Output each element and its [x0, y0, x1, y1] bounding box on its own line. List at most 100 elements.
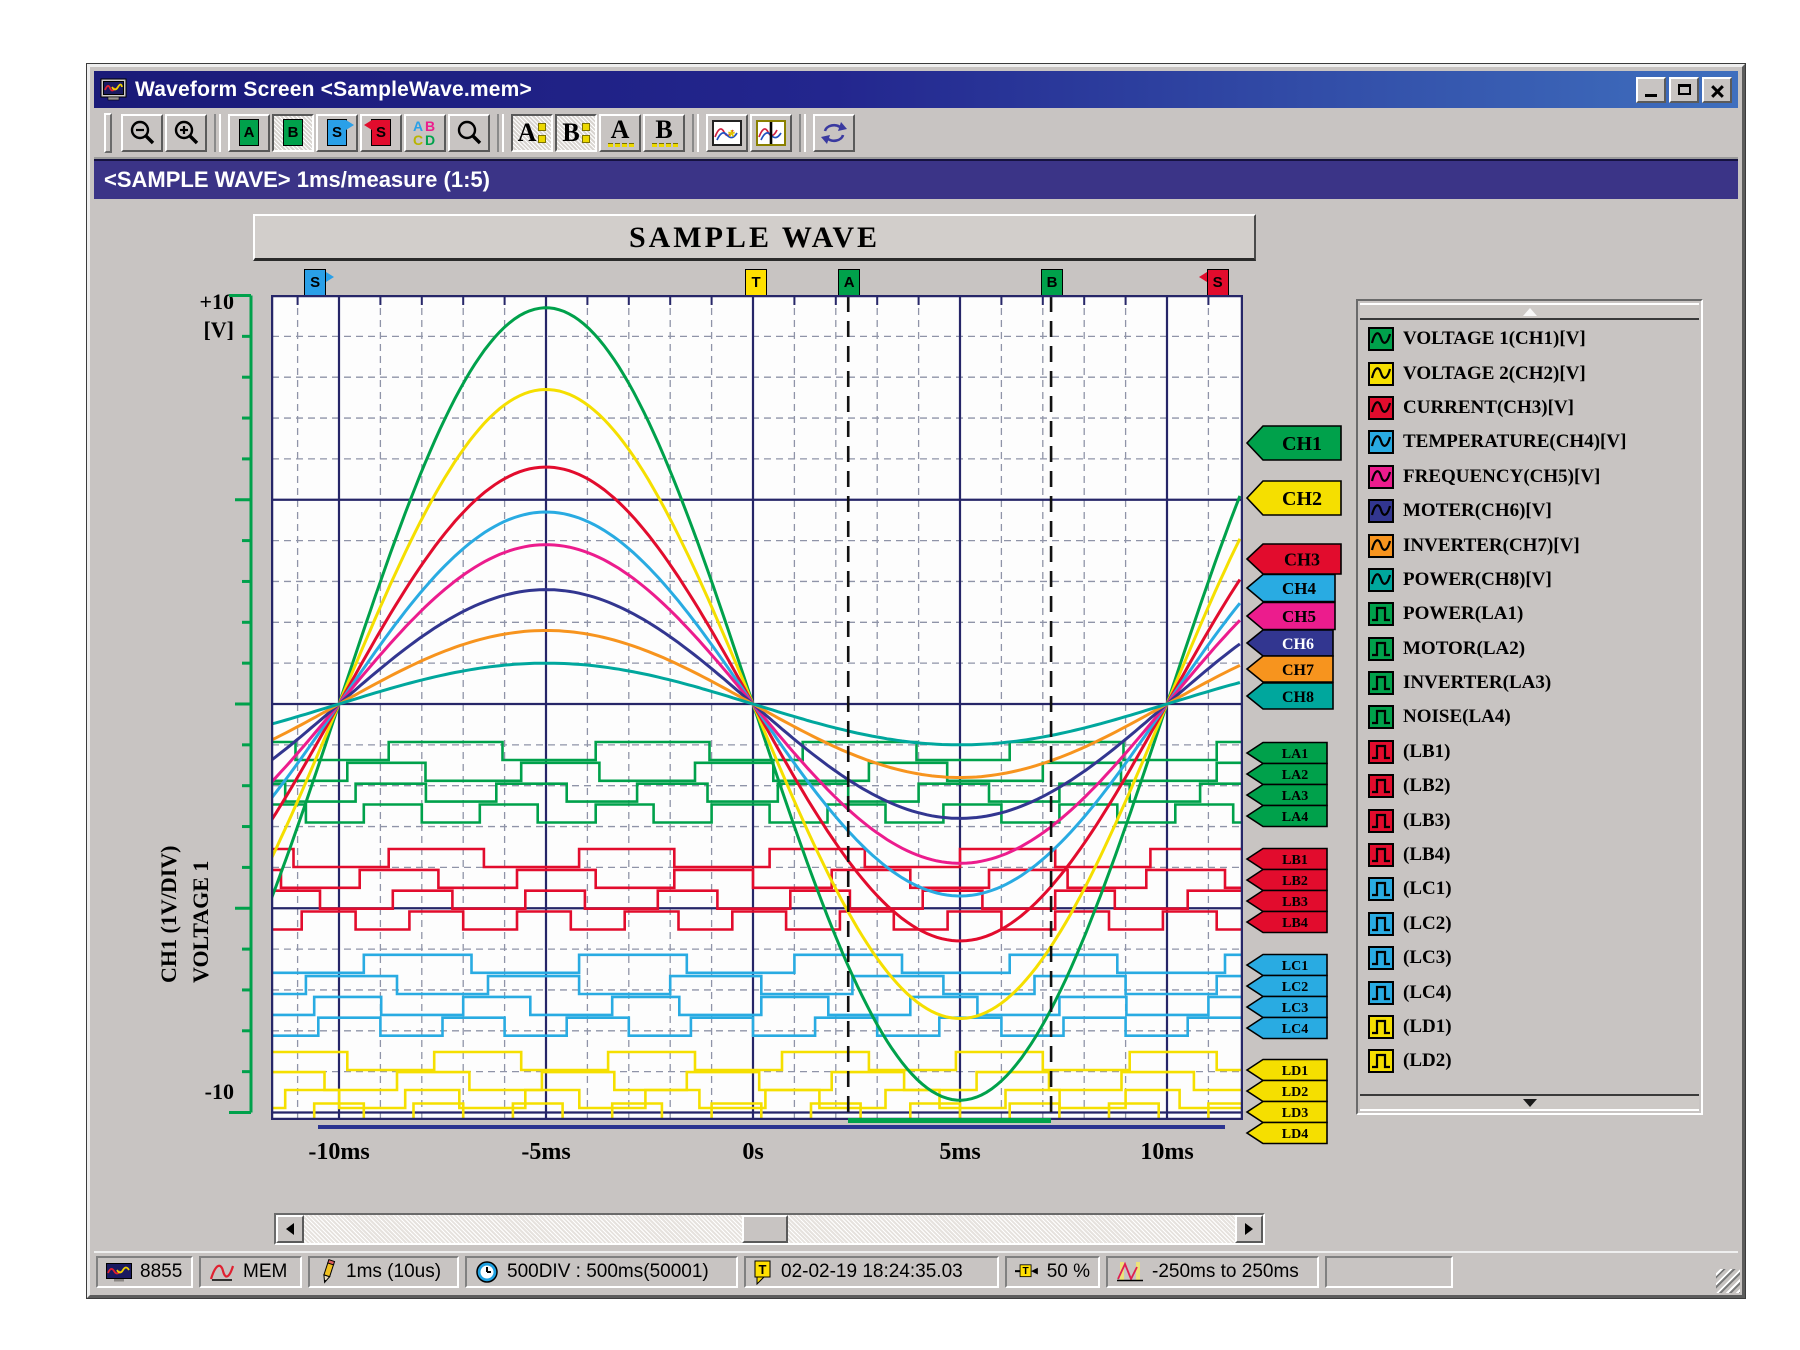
toolbar-grip[interactable]	[104, 113, 112, 153]
channel-tag-lb1[interactable]: LB1	[1247, 849, 1327, 870]
svg-text:LD4: LD4	[1282, 1127, 1308, 1142]
channel-tag-lc4[interactable]: LC4	[1247, 1018, 1327, 1039]
horizontal-scrollbar[interactable]	[274, 1213, 1265, 1245]
cursor-b-trace-button[interactable]: B	[643, 114, 685, 152]
legend-item-5[interactable]: FREQUENCY(CH5)[V]	[1368, 460, 1697, 494]
channel-tag-lb4[interactable]: LB4	[1247, 912, 1327, 933]
legend-item-12[interactable]: NOISE(LA4)	[1368, 700, 1697, 734]
marker-b-flag[interactable]: B	[1041, 269, 1063, 296]
channel-tag-ld1[interactable]: LD1	[1247, 1060, 1327, 1081]
legend-item-6[interactable]: MOTER(CH6)[V]	[1368, 494, 1697, 528]
legend-item-16[interactable]: (LB4)	[1368, 838, 1697, 872]
ch1-scale-bracket	[215, 281, 255, 1131]
legend-item-14[interactable]: (LB2)	[1368, 769, 1697, 803]
scrollbar-thumb[interactable]	[742, 1215, 788, 1243]
channel-tag-ch6[interactable]: CH6	[1247, 630, 1333, 656]
legend-item-22[interactable]: (LD2)	[1368, 1044, 1697, 1078]
search-button[interactable]	[448, 114, 490, 152]
channel-tag-ld3[interactable]: LD3	[1247, 1102, 1327, 1123]
zoom-in-button[interactable]	[165, 114, 207, 152]
marker-t-flag[interactable]: T	[745, 269, 767, 296]
channel-tag-ch2[interactable]: CH2	[1247, 481, 1341, 515]
waveform-plot[interactable]	[271, 295, 1243, 1120]
channel-tag-ld4[interactable]: LD4	[1247, 1123, 1327, 1144]
legend-item-9[interactable]: POWER(LA1)	[1368, 597, 1697, 631]
resize-grip[interactable]	[1716, 1269, 1740, 1293]
channel-tag-lc2[interactable]: LC2	[1247, 976, 1327, 997]
legend-item-2[interactable]: VOLTAGE 2(CH2)[V]	[1368, 356, 1697, 390]
maximize-button[interactable]	[1669, 77, 1699, 103]
channel-tag-lb2[interactable]: LB2	[1247, 870, 1327, 891]
legend-item-13[interactable]: (LB1)	[1368, 735, 1697, 769]
legend-item-7[interactable]: INVERTER(CH7)[V]	[1368, 528, 1697, 562]
legend-item-15[interactable]: (LB3)	[1368, 803, 1697, 837]
zoom-out-button[interactable]	[121, 114, 163, 152]
jump-end-trigger-button[interactable]: S	[360, 114, 402, 152]
channel-tag-la4[interactable]: LA4	[1247, 806, 1327, 827]
channel-tag-lc1[interactable]: LC1	[1247, 955, 1327, 976]
legend-scroll-down[interactable]	[1360, 1094, 1699, 1111]
legend-scroll-up[interactable]	[1360, 303, 1699, 320]
cursor-a-button[interactable]: A	[511, 114, 553, 152]
legend-item-label: FREQUENCY(CH5)[V]	[1403, 466, 1600, 488]
wave-cursor-icon	[756, 120, 786, 146]
legend-item-11[interactable]: INVERTER(LA3)	[1368, 666, 1697, 700]
legend-item-21[interactable]: (LD1)	[1368, 1010, 1697, 1044]
square-wave-icon	[1368, 877, 1394, 901]
legend-item-1[interactable]: VOLTAGE 1(CH1)[V]	[1368, 322, 1697, 356]
sine-wave-icon	[1368, 499, 1394, 523]
channel-tag-ld2[interactable]: LD2	[1247, 1081, 1327, 1102]
channel-tag-ch1[interactable]: CH1	[1247, 426, 1341, 460]
legend-item-17[interactable]: (LC1)	[1368, 872, 1697, 906]
status-text: -250ms to 250ms	[1152, 1261, 1299, 1283]
marker-a-flag[interactable]: A	[838, 269, 860, 296]
channel-tag-column: CH1CH2CH3CH4CH5CH6CH7CH8LA1LA2LA3LA4LB1L…	[1245, 67, 1369, 1295]
channel-tag-ch7[interactable]: CH7	[1247, 656, 1333, 682]
refresh-button[interactable]	[813, 114, 855, 152]
jump-abcd-button[interactable]: ABCD	[404, 114, 446, 152]
legend-item-8[interactable]: POWER(CH8)[V]	[1368, 563, 1697, 597]
minimize-button[interactable]	[1636, 77, 1666, 103]
channel-tag-la2[interactable]: LA2	[1247, 764, 1327, 785]
channel-tag-lc3[interactable]: LC3	[1247, 997, 1327, 1018]
channel-tag-ch3[interactable]: CH3	[1247, 544, 1341, 574]
x-axis-label-10ms: -10ms	[308, 1139, 369, 1166]
channel-tag-ch4[interactable]: CH4	[1247, 575, 1335, 602]
channel-tag-la3[interactable]: LA3	[1247, 785, 1327, 806]
scrollbar-right-button[interactable]	[1235, 1215, 1263, 1243]
jump-b-button[interactable]: B	[272, 114, 314, 152]
marker-s-flag[interactable]: S	[304, 269, 326, 296]
legend-item-3[interactable]: CURRENT(CH3)[V]	[1368, 391, 1697, 425]
svg-text:LB3: LB3	[1282, 895, 1308, 910]
dash-row-icon	[608, 143, 634, 147]
legend-item-4[interactable]: TEMPERATURE(CH4)[V]	[1368, 425, 1697, 459]
marker-s-flag[interactable]: S	[1207, 269, 1229, 296]
cursor-b-button[interactable]: B	[555, 114, 597, 152]
channel-tag-ch5[interactable]: CH5	[1247, 603, 1335, 630]
legend-item-20[interactable]: (LC4)	[1368, 975, 1697, 1009]
legend-item-label: CURRENT(CH3)[V]	[1403, 397, 1574, 419]
scroll-left-icon	[286, 1223, 294, 1235]
square-wave-icon	[1368, 602, 1394, 626]
channel-card-icon: S	[327, 119, 347, 146]
legend-item-label: NOISE(LA4)	[1403, 706, 1511, 728]
scrollbar-left-button[interactable]	[276, 1215, 304, 1243]
jump-a-button[interactable]: A	[228, 114, 270, 152]
waveform-settings-button[interactable]: *	[706, 114, 748, 152]
channel-tag-ch8[interactable]: CH8	[1247, 683, 1333, 709]
channel-tag-lb3[interactable]: LB3	[1247, 891, 1327, 912]
legend-item-10[interactable]: MOTOR(LA2)	[1368, 632, 1697, 666]
cursor-a-trace-button[interactable]: A	[599, 114, 641, 152]
title-bar[interactable]: Waveform Screen <SampleWave.mem>	[94, 71, 1738, 108]
legend-item-18[interactable]: (LC2)	[1368, 907, 1697, 941]
legend-item-label: (LD1)	[1403, 1016, 1452, 1038]
channel-tag-la1[interactable]: LA1	[1247, 743, 1327, 764]
legend-item-label: MOTOR(LA2)	[1403, 638, 1525, 660]
square-wave-icon	[1368, 981, 1394, 1005]
logic-trace-lb2	[271, 870, 1243, 888]
jump-start-trigger-button[interactable]: S	[316, 114, 358, 152]
svg-text:LD1: LD1	[1282, 1064, 1308, 1079]
waveform-cursor-button[interactable]	[750, 114, 792, 152]
legend-item-19[interactable]: (LC3)	[1368, 941, 1697, 975]
close-button[interactable]	[1702, 77, 1732, 103]
